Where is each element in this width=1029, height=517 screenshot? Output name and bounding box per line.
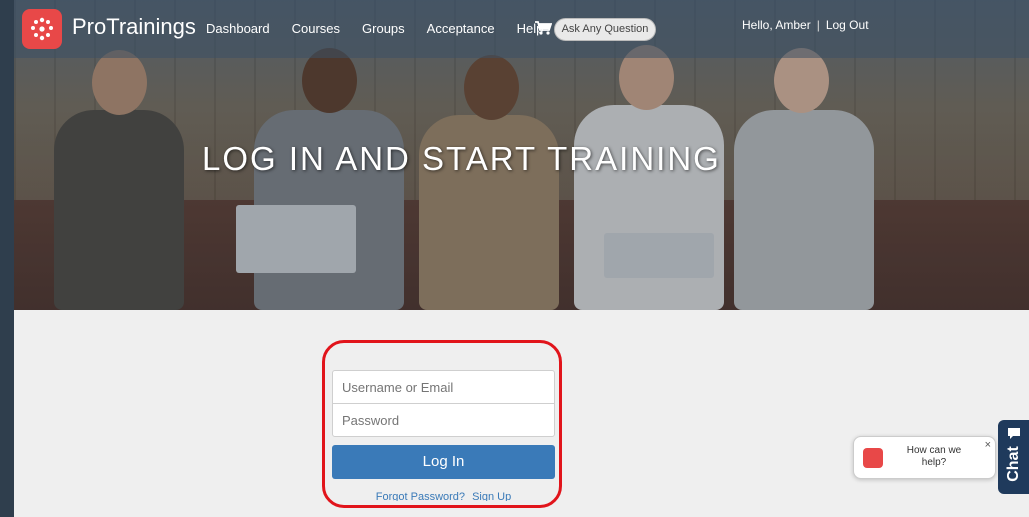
nav-links: Dashboard Courses Groups Acceptance Help [206, 21, 543, 36]
nav-link-acceptance[interactable]: Acceptance [427, 21, 495, 36]
user-separator: | [816, 18, 820, 32]
logo[interactable] [22, 9, 62, 49]
chat-logo-icon [863, 448, 883, 468]
login-links: Forgot Password? Sign Up [332, 487, 555, 501]
login-button[interactable]: Log In [332, 445, 555, 479]
nav-link-courses[interactable]: Courses [292, 21, 340, 36]
signup-link[interactable]: Sign Up [472, 491, 511, 501]
ask-question-button[interactable]: Ask Any Question [554, 18, 656, 41]
user-area: Hello, Amber | Log Out [742, 18, 869, 32]
chat-close-icon[interactable]: × [985, 439, 991, 451]
logo-dots-icon [31, 17, 53, 41]
chat-tab[interactable]: Chat [998, 420, 1029, 494]
logout-link[interactable]: Log Out [826, 18, 869, 32]
brand-name[interactable]: ProTrainings [72, 14, 196, 40]
user-greeting: Hello, Amber [742, 18, 811, 32]
nav-link-groups[interactable]: Groups [362, 21, 405, 36]
page-frame: LOG IN AND START TRAINING ProTrainings D… [14, 0, 1029, 517]
cart-icon[interactable] [534, 20, 552, 36]
forgot-password-link[interactable]: Forgot Password? [376, 491, 465, 501]
top-nav: ProTrainings Dashboard Courses Groups Ac… [14, 0, 1029, 58]
hero-title: LOG IN AND START TRAINING [202, 140, 721, 177]
chat-bubble-text: How can we help? [906, 445, 962, 468]
username-input[interactable] [332, 370, 555, 404]
chat-tab-label: Chat [1005, 446, 1022, 482]
password-input[interactable] [332, 403, 555, 437]
chat-bubble[interactable]: How can we help? × [853, 436, 996, 479]
nav-link-dashboard[interactable]: Dashboard [206, 21, 270, 36]
